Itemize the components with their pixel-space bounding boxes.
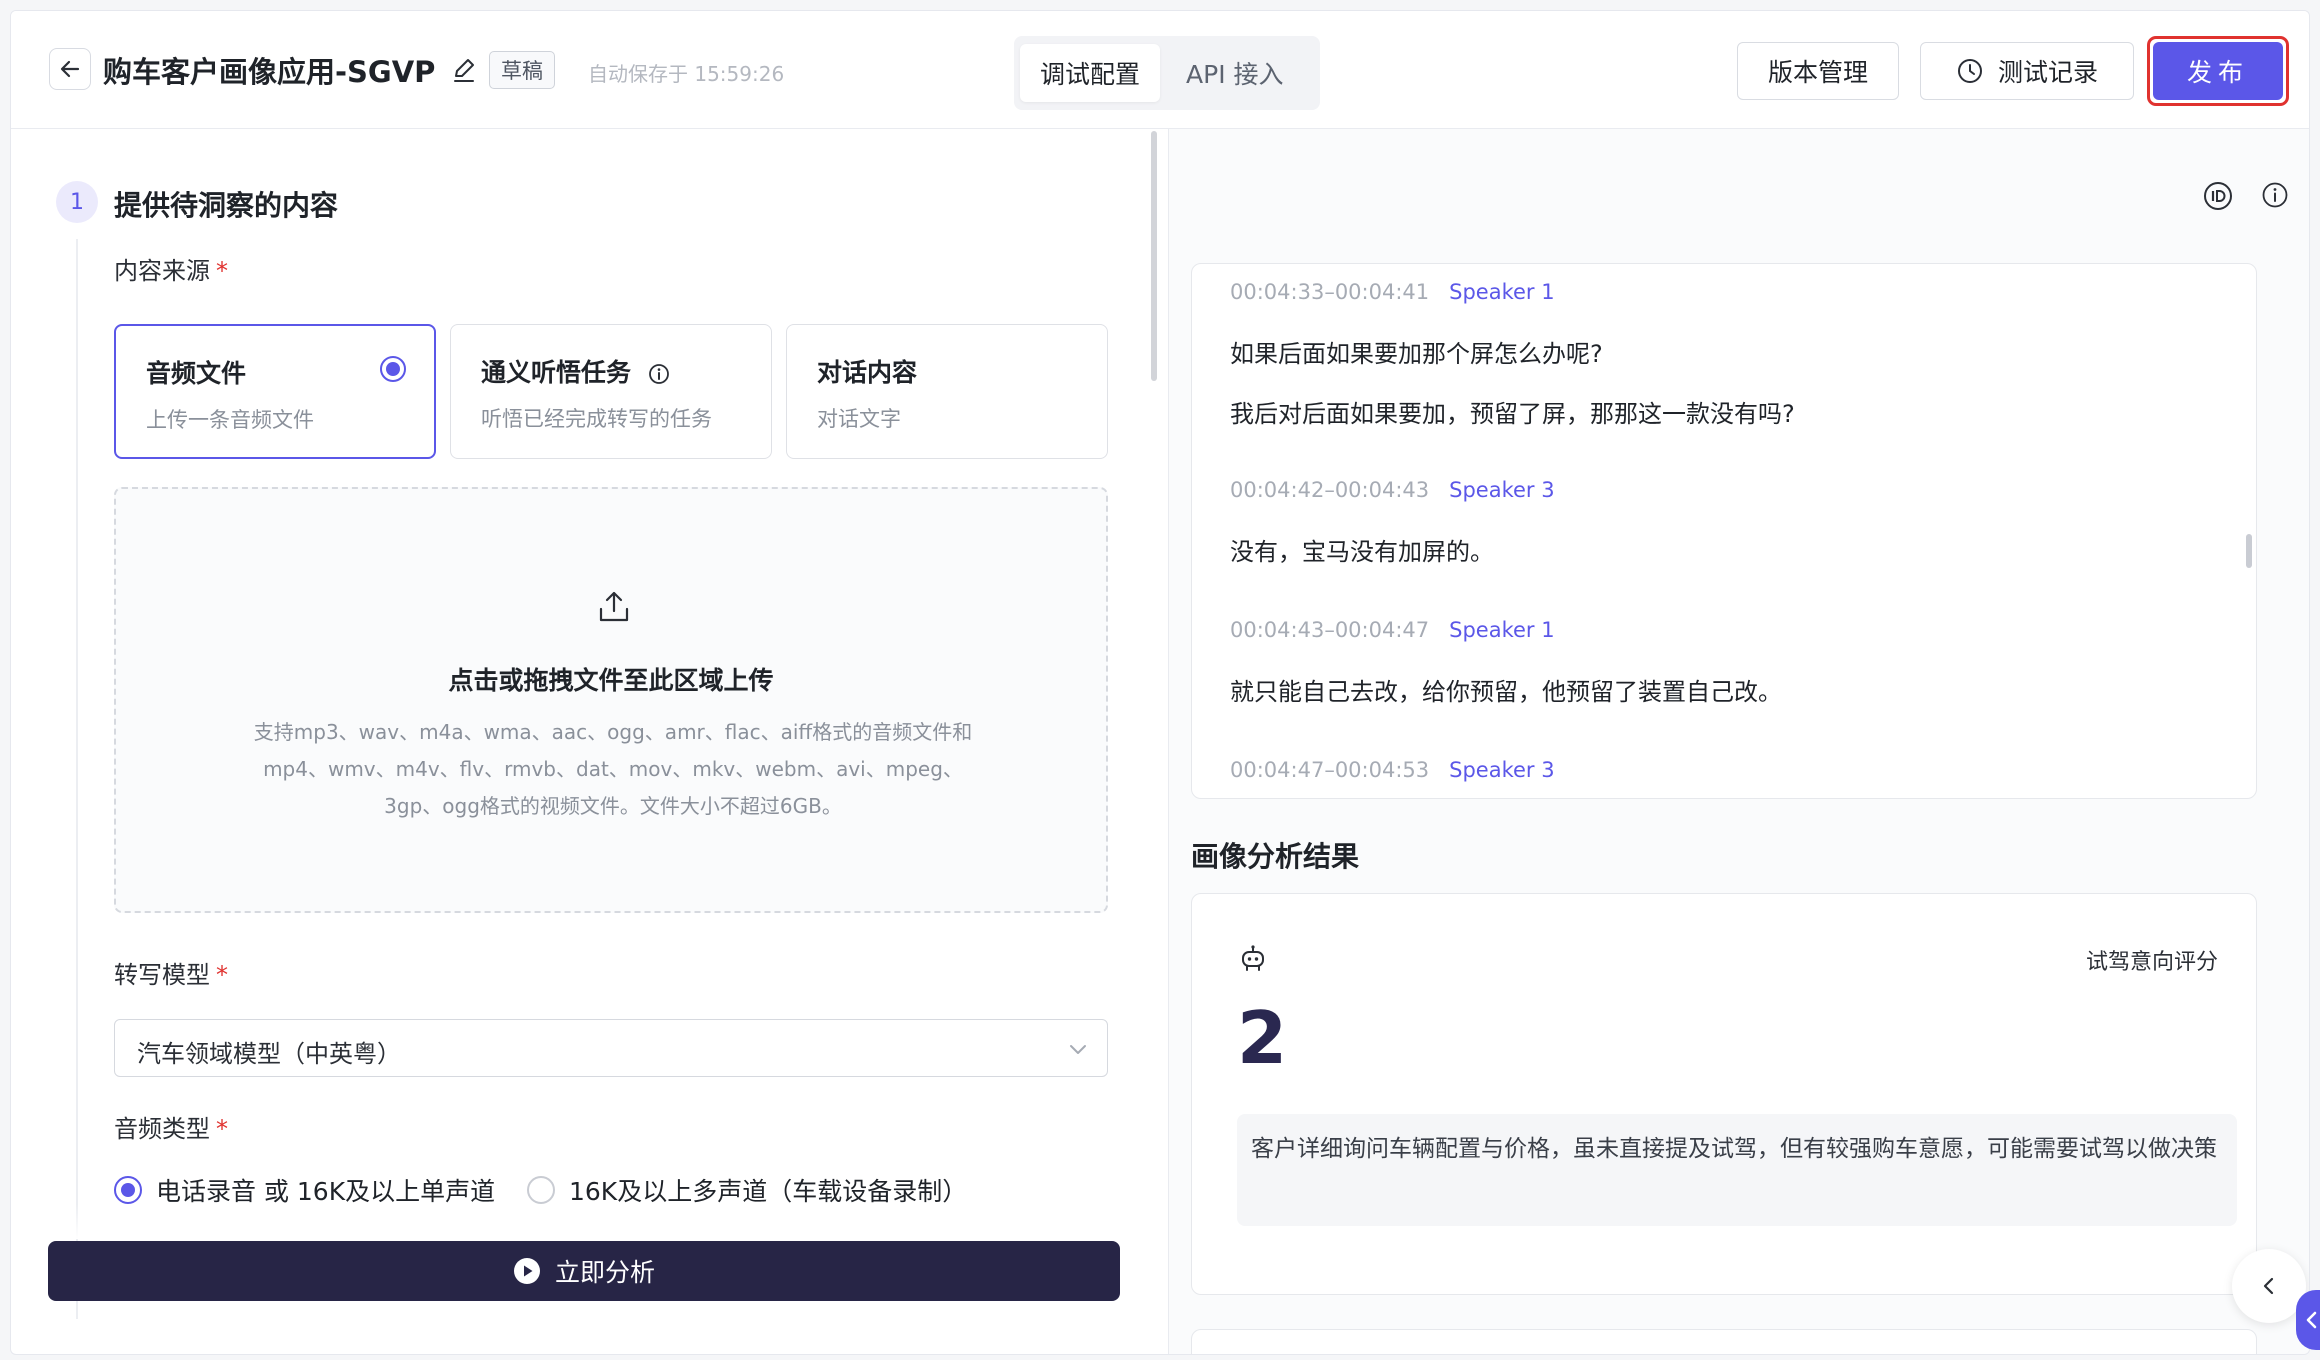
- source-option-title: 通义听悟任务: [481, 358, 632, 387]
- app-window: 购车客户画像应用-SGVP 草稿 自动保存于 15:59:26 调试配置 API…: [10, 10, 2310, 1355]
- source-option-dialogue[interactable]: 对话内容 对话文字: [786, 324, 1108, 459]
- upload-icon: [599, 591, 629, 622]
- required-mark: *: [216, 961, 228, 989]
- segment-text: 如果后面如果要加那个屏怎么办呢?: [1230, 340, 1603, 368]
- next-result-card: [1191, 1329, 2257, 1354]
- upload-title: 点击或拖拽文件至此区域上传: [448, 666, 774, 695]
- source-option-title-wrap: 通义听悟任务: [481, 353, 670, 389]
- model-label-text: 转写模型: [114, 961, 210, 989]
- id-icon[interactable]: [2203, 181, 2233, 211]
- source-option-title: 对话内容: [817, 358, 918, 387]
- upload-description: 支持mp3、wav、m4a、wma、aac、ogg、amr、flac、aiff格…: [253, 720, 973, 818]
- version-management-label: 版本管理: [1767, 58, 1868, 87]
- segment-time: 00:04:33–00:04:41: [1230, 280, 1430, 304]
- app-title: 购车客户画像应用-SGVP: [103, 55, 436, 89]
- segment-speaker: Speaker 3: [1449, 758, 1555, 782]
- back-button[interactable]: [49, 48, 91, 90]
- segment-text: 就只能自己去改，给你预留，他预留了装置自己改。: [1230, 678, 1782, 706]
- segment-speaker: Speaker 1: [1449, 280, 1555, 304]
- model-label: 转写模型 *: [114, 955, 228, 990]
- source-option-title: 音频文件: [146, 359, 247, 388]
- step-number: 1: [56, 181, 98, 223]
- source-option-audio[interactable]: 音频文件 上传一条音频文件: [114, 324, 436, 459]
- segment-meta: 00:04:47–00:04:53 Speaker 3: [1230, 758, 1555, 782]
- required-mark: *: [216, 257, 228, 285]
- clock-icon: [1957, 59, 1982, 83]
- step-title: 提供待洞察的内容: [114, 189, 339, 222]
- collapse-panel-button[interactable]: [2232, 1249, 2306, 1323]
- segment-time: 00:04:43–00:04:47: [1230, 618, 1430, 642]
- audio-type-mono-label: 电话录音 或 16K及以上单声道: [156, 1177, 496, 1206]
- score-label: 试驾意向评分: [2085, 950, 2218, 975]
- segment-text: 没有，宝马没有加屏的。: [1230, 538, 1494, 566]
- info-icon[interactable]: [648, 363, 670, 385]
- tab-api-access[interactable]: API 接入: [1166, 44, 1304, 102]
- transcript-panel[interactable]: 00:04:33–00:04:41 Speaker 1 如果后面如果要加那个屏怎么…: [1191, 263, 2257, 799]
- analysis-section-title: 画像分析结果: [1191, 840, 1360, 873]
- radio-icon: [380, 356, 406, 382]
- back-arrow-icon: [60, 60, 80, 78]
- upload-dropzone[interactable]: 点击或拖拽文件至此区域上传 支持mp3、wav、m4a、wma、aac、ogg、…: [114, 487, 1108, 913]
- tab-debug-config[interactable]: 调试配置: [1020, 44, 1161, 102]
- segment-meta: 00:04:43–00:04:47 Speaker 1: [1230, 618, 1555, 642]
- model-select[interactable]: 汽车领域模型（中英粤）: [114, 1019, 1108, 1077]
- audio-type-multi-label: 16K及以上多声道（车载设备录制）: [569, 1177, 968, 1206]
- test-history-button[interactable]: 测试记录: [1920, 42, 2134, 100]
- audio-type-multichannel[interactable]: 16K及以上多声道（车载设备录制）: [527, 1172, 967, 1208]
- result-panel: 00:04:33–00:04:41 Speaker 1 如果后面如果要加那个屏怎么…: [1169, 129, 2309, 1354]
- left-scrollbar[interactable]: [1151, 131, 1157, 381]
- segment-speaker: Speaker 1: [1449, 618, 1555, 642]
- config-panel: 1 提供待洞察的内容 内容来源 * 音频文件 上传一条音频文件 通义听悟任务 听悟…: [11, 129, 1157, 1354]
- segment-speaker: Speaker 3: [1449, 478, 1555, 502]
- source-option-desc: 上传一条音频文件: [146, 408, 314, 432]
- side-drawer-tab[interactable]: [2296, 1290, 2320, 1350]
- source-option-tingwu-task[interactable]: 通义听悟任务 听悟已经完成转写的任务: [450, 324, 772, 459]
- chevron-left-icon: [2263, 1277, 2274, 1295]
- robot-icon: [1242, 945, 1264, 971]
- model-select-value: 汽车领域模型（中英粤）: [137, 1040, 401, 1068]
- step-connector: [76, 239, 78, 1319]
- chevron-left-icon: [2306, 1311, 2317, 1329]
- analyze-button[interactable]: 立即分析: [48, 1241, 1120, 1301]
- segment-meta: 00:04:42–00:04:43 Speaker 3: [1230, 478, 1555, 502]
- score-value: 2: [1237, 996, 1288, 1080]
- autosave-status: 自动保存于 15:59:26: [588, 62, 785, 86]
- top-header: 购车客户画像应用-SGVP 草稿 自动保存于 15:59:26 调试配置 API…: [11, 11, 2309, 129]
- segment-time: 00:04:42–00:04:43: [1230, 478, 1430, 502]
- content-source-label: 内容来源 *: [114, 251, 228, 286]
- play-icon: [513, 1258, 540, 1284]
- audio-type-mono[interactable]: 电话录音 或 16K及以上单声道: [114, 1172, 495, 1208]
- segment-text: 我后对后面如果要加，预留了屏，那那这一款没有吗?: [1230, 400, 1795, 428]
- radio-unselected-icon: [527, 1176, 555, 1204]
- mode-tabs: 调试配置 API 接入: [1014, 36, 1320, 110]
- source-option-desc: 对话文字: [817, 407, 901, 431]
- segment-meta: 00:04:33–00:04:41 Speaker 1: [1230, 280, 1555, 304]
- segment-time: 00:04:47–00:04:53: [1230, 758, 1430, 782]
- publish-button[interactable]: 发布: [2153, 42, 2283, 100]
- info-icon[interactable]: [2261, 181, 2289, 209]
- edit-icon[interactable]: [449, 55, 479, 85]
- source-option-desc: 听悟已经完成转写的任务: [481, 407, 712, 431]
- status-badge: 草稿: [489, 51, 555, 89]
- scroll-fade: [11, 1204, 1151, 1239]
- content-source-text: 内容来源: [114, 257, 210, 285]
- required-mark: *: [216, 1115, 228, 1143]
- publish-highlight: 发布: [2147, 36, 2289, 106]
- score-description: 客户详细询问车辆配置与价格，虽未直接提及试驾，但有较强购车意愿，可能需要试驾以做…: [1237, 1114, 2237, 1226]
- audio-type-label-text: 音频类型: [114, 1115, 210, 1143]
- analyze-button-label: 立即分析: [554, 1259, 655, 1287]
- chevron-down-icon: [1070, 1045, 1086, 1054]
- test-history-label: 测试记录: [1997, 58, 2098, 87]
- transcript-scrollbar[interactable]: [2246, 534, 2252, 568]
- radio-selected-icon: [114, 1176, 142, 1204]
- audio-type-label: 音频类型 *: [114, 1109, 228, 1144]
- score-card: 试驾意向评分 2 客户详细询问车辆配置与价格，虽未直接提及试驾，但有较强购车意愿…: [1191, 893, 2257, 1295]
- version-management-button[interactable]: 版本管理: [1737, 42, 1899, 100]
